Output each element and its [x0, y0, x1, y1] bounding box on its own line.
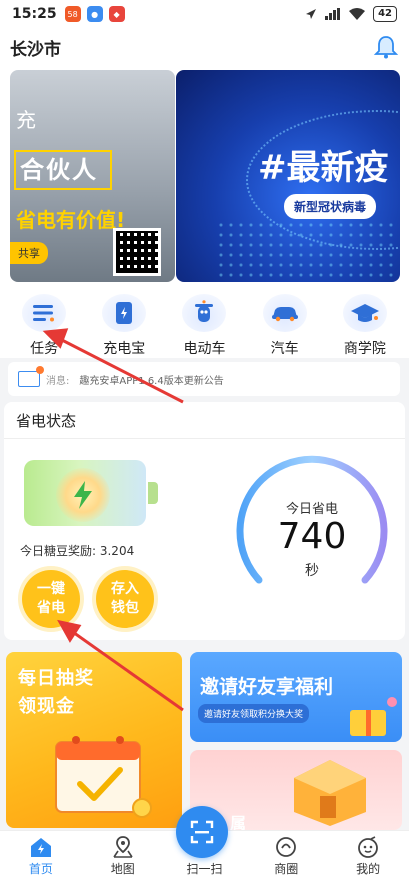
banner-share-tag: 共享 — [10, 242, 48, 264]
button-label: 钱包 — [111, 600, 139, 616]
battery-indicator: 42 — [373, 6, 397, 22]
banner-title: #最新疫 — [258, 148, 389, 188]
scan-button[interactable] — [176, 806, 228, 858]
banner-subtitle: 新型冠状病毒 — [284, 194, 377, 219]
divider — [4, 438, 405, 439]
app-notification-icon: ● — [86, 6, 103, 22]
power-saved-gauge: 今日省电 740 秒 — [234, 452, 390, 592]
banner-text: 充 — [16, 108, 36, 132]
quick-menu-label: 电动车 — [183, 341, 226, 357]
banner-carousel[interactable]: 充 合伙人 省电有价值! 共享 #最新疫 新型冠状病毒 — [0, 66, 409, 288]
status-time: 15:25 — [12, 6, 57, 22]
nav-label: 扫一扫 — [186, 862, 223, 876]
notice-text: 趣充安卓APP1.6.4版本更新公告 — [79, 375, 224, 387]
profile-icon — [358, 836, 378, 858]
quick-menu-label: 任务 — [30, 341, 59, 357]
promo-title: 领现金 — [18, 696, 75, 717]
location-icon — [306, 9, 317, 19]
scan-icon — [190, 820, 214, 844]
banner-slide-partner[interactable]: 充 合伙人 省电有价值! 共享 — [10, 70, 175, 282]
gauge-label: 今日省电 — [285, 502, 338, 517]
notice-tag: 消息: — [46, 375, 70, 387]
gauge-unit: 秒 — [305, 563, 319, 579]
promo-title: 每日抽奖 — [18, 668, 94, 689]
wifi-icon — [349, 8, 366, 20]
power-state-card: 省电状态 今日糖豆奖励: 3.204 一键 省电 存入 钱包 今日省电 740 … — [4, 402, 405, 640]
quick-menu-powerbank[interactable]: 充电宝 — [84, 288, 164, 358]
shop-illustration-icon — [294, 760, 366, 826]
nav-label: 我的 — [356, 862, 381, 876]
reward-text: 今日糖豆奖励: 3.204 — [20, 544, 135, 558]
quick-menu-ebike[interactable]: 电动车 — [164, 288, 244, 358]
nav-label: 首页 — [28, 862, 53, 876]
app-badge-icon: 58 — [64, 6, 81, 22]
status-bar: 15:25 58 ● ◆ 42 — [0, 0, 409, 28]
calendar-icon — [55, 736, 152, 818]
nav-business[interactable]: 商圈 — [245, 831, 327, 881]
banner-slogan: 省电有价值! — [16, 208, 126, 232]
nav-map[interactable]: 地图 — [82, 831, 164, 881]
quick-menu-academy[interactable]: 商学院 — [325, 288, 405, 358]
button-label: 省电 — [37, 600, 65, 616]
scooter-icon — [182, 294, 227, 332]
invite-friends-card[interactable]: 邀请好友享福利 邀请好友领取积分换大奖 — [190, 652, 402, 742]
quick-menu-car[interactable]: 汽车 — [245, 288, 325, 358]
car-icon — [262, 294, 307, 332]
app-header: 长沙市 — [0, 28, 409, 66]
list-icon — [22, 294, 67, 332]
promo-title: 属 — [230, 814, 247, 830]
banner-headline: 合伙人 — [14, 150, 112, 190]
qr-code-icon — [113, 228, 161, 276]
quick-menu-label: 汽车 — [270, 341, 299, 357]
promo-subtitle: 邀请好友领取积分换大奖 — [198, 704, 310, 723]
business-circle-icon — [276, 837, 297, 857]
banner-slide-epidemic[interactable]: #最新疫 新型冠状病毒 — [176, 70, 400, 282]
notice-bar[interactable]: 消息: 趣充安卓APP1.6.4版本更新公告 — [8, 362, 400, 396]
quick-menu: 任务 充电宝 电动车 汽车 商学院 — [0, 288, 409, 358]
nav-profile[interactable]: 我的 — [327, 831, 409, 881]
lightning-icon — [56, 468, 110, 522]
gauge-value: 740 — [277, 516, 347, 557]
promo-title: 邀请好友享福利 — [200, 676, 334, 698]
one-click-save-button[interactable]: 一键 省电 — [22, 570, 80, 628]
nav-label: 商圈 — [274, 862, 299, 876]
signal-icon — [325, 8, 341, 20]
map-icon — [113, 836, 133, 858]
quick-menu-tasks[interactable]: 任务 — [4, 288, 84, 358]
quick-menu-label: 商学院 — [343, 341, 386, 357]
home-icon — [30, 838, 51, 857]
gift-icon — [350, 697, 397, 736]
app-notification-icon: ◆ — [108, 6, 125, 22]
mail-icon — [18, 366, 44, 387]
bell-icon[interactable] — [373, 34, 399, 60]
nav-label: 地图 — [110, 862, 135, 876]
deposit-wallet-button[interactable]: 存入 钱包 — [96, 570, 154, 628]
powerbank-icon — [102, 294, 147, 332]
banner-decoration — [216, 220, 396, 280]
quick-menu-label: 充电宝 — [103, 341, 146, 357]
button-label: 存入 — [111, 581, 139, 597]
city-selector[interactable]: 长沙市 — [10, 35, 61, 60]
daily-lottery-card[interactable]: 每日抽奖 领现金 — [6, 652, 182, 828]
button-label: 一键 — [37, 581, 65, 597]
section-title: 省电状态 — [16, 412, 77, 430]
battery-cap — [148, 482, 158, 504]
graduation-cap-icon — [342, 294, 387, 332]
nav-home[interactable]: 首页 — [0, 831, 82, 881]
